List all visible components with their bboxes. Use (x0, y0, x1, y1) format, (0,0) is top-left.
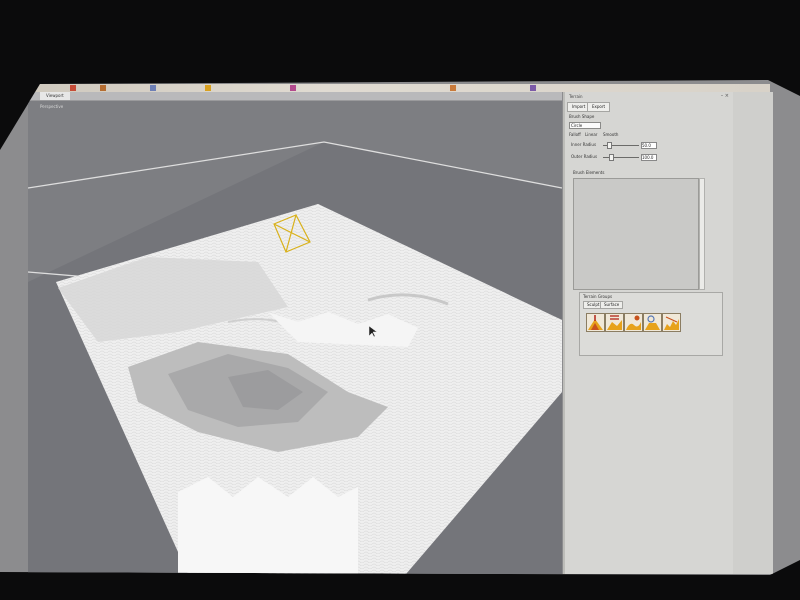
falloff-label: Falloff (569, 132, 581, 137)
tab-export[interactable]: Export (587, 102, 611, 112)
outer-radius-spinner[interactable]: 100.0 (641, 154, 657, 161)
panel-title: Terrain (569, 94, 583, 99)
lower-tool-icon[interactable] (605, 313, 624, 332)
tab-surface[interactable]: Surface (600, 301, 624, 309)
outer-radius-slider-knob[interactable] (609, 154, 614, 161)
raise-tool-icon[interactable] (586, 313, 605, 332)
brush-elements-scrollbar[interactable] (699, 178, 705, 290)
smooth-tool-icon[interactable] (624, 313, 643, 332)
falloff-option-smooth[interactable]: Smooth (603, 132, 618, 137)
brush-shape-select[interactable]: Circle (569, 122, 601, 129)
scene-canvas (28, 141, 562, 574)
toolbar-icon-4[interactable] (205, 85, 211, 91)
brush-shape-label: Brush Shape (569, 114, 595, 119)
outer-radius-label: Outer Radius (571, 154, 598, 159)
falloff-option-linear[interactable]: Linear (585, 132, 597, 137)
toolbar-icon-5[interactable] (290, 85, 296, 91)
panel-right-margin (733, 92, 773, 574)
noise-tool-icon[interactable] (662, 313, 681, 332)
inner-radius-slider-knob[interactable] (607, 142, 612, 149)
brush-elements-label: Brush Elements (573, 170, 605, 175)
panel-window-controls[interactable]: – × (721, 93, 729, 99)
inner-radius-label: Inner Radius (571, 142, 597, 147)
toolbar-icon-6[interactable] (450, 85, 456, 91)
toolbar-icon-3[interactable] (150, 85, 156, 91)
toolbar-icon-1[interactable] (70, 85, 76, 91)
projected-screen: Viewport Perspective Terrain – × Import … (0, 80, 800, 575)
brush-elements-list[interactable] (573, 178, 699, 290)
toolbar-icon-2[interactable] (100, 85, 106, 91)
terrain-panel: Terrain – × Import Export Brush Shape Ci… (563, 92, 735, 574)
terrain-groups-label: Terrain Groups (583, 294, 613, 299)
top-toolbar (30, 84, 770, 92)
terrain-groups-box: Terrain Groups Sculpt Surface (579, 292, 723, 356)
3d-viewport[interactable]: Viewport Perspective (28, 92, 562, 574)
flatten-tool-icon[interactable] (643, 313, 662, 332)
inner-radius-spinner[interactable]: 50.0 (641, 142, 657, 149)
toolbar-icon-7[interactable] (530, 85, 536, 91)
